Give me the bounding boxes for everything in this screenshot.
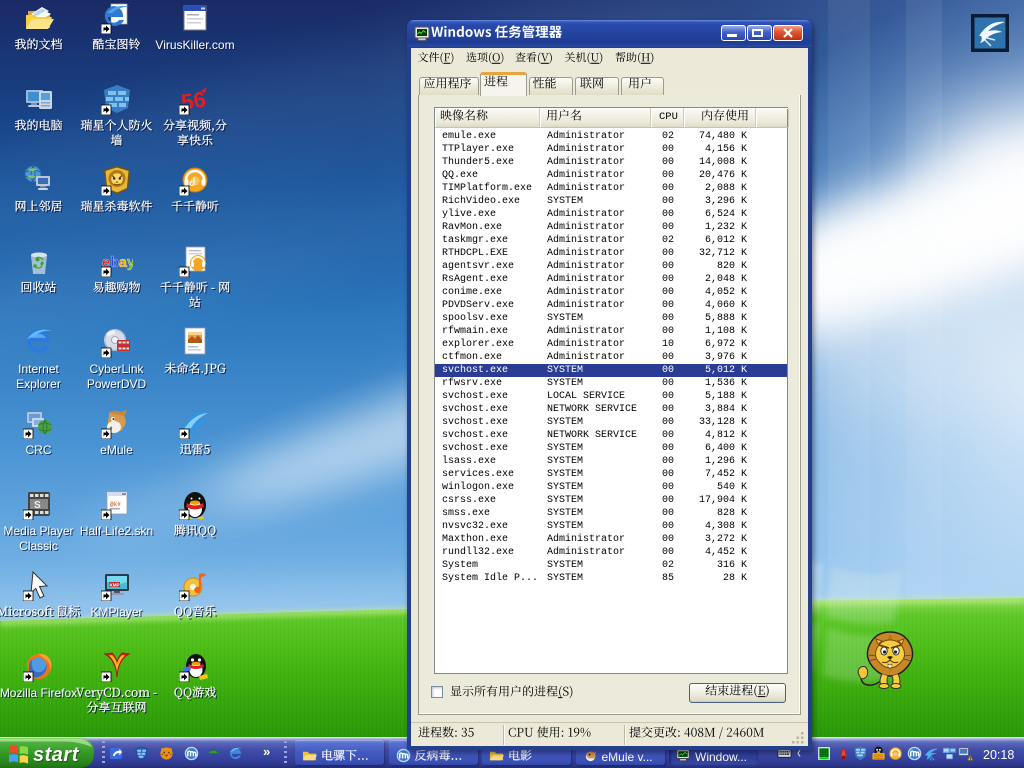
svg-text:@k#: @k#: [110, 501, 121, 508]
svg-text:start: start: [33, 744, 80, 766]
svg-text:KMP: KMP: [109, 583, 119, 588]
svg-text:S: S: [34, 500, 41, 511]
